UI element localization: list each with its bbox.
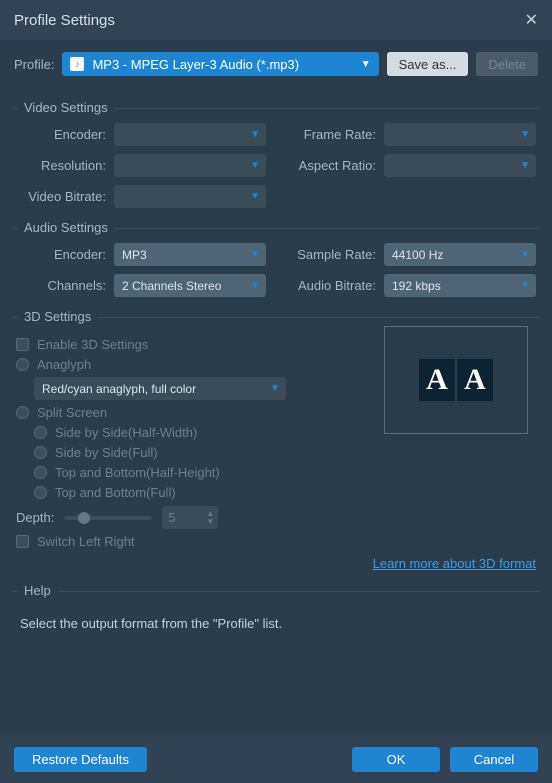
chevron-down-icon: ▼	[520, 280, 530, 291]
tab-full-radio[interactable]	[34, 486, 47, 499]
anaglyph-type-value: Red/cyan anaglyph, full color	[42, 382, 196, 396]
audio-bitrate-combo[interactable]: 192 kbps ▼	[384, 274, 536, 297]
window-title: Profile Settings	[14, 12, 115, 29]
resolution-combo[interactable]: ▼	[114, 154, 266, 177]
audio-bitrate-label: Audio Bitrate:	[286, 278, 376, 293]
enable-3d-label: Enable 3D Settings	[37, 337, 148, 352]
profile-row: Profile: ♪ MP3 - MPEG Layer-3 Audio (*.m…	[0, 40, 552, 84]
chevron-down-icon: ▼	[361, 59, 371, 70]
framerate-combo[interactable]: ▼	[384, 123, 536, 146]
video-legend: Video Settings	[18, 100, 114, 115]
help-text: Select the output format from the "Profi…	[20, 616, 532, 631]
aspect-combo[interactable]: ▼	[384, 154, 536, 177]
depth-spinner[interactable]: 5 ▲▼	[162, 506, 218, 529]
spinner-arrows-icon[interactable]: ▲▼	[206, 510, 214, 526]
audio-encoder-value: MP3	[122, 248, 147, 262]
samplerate-combo[interactable]: 44100 Hz ▼	[384, 243, 536, 266]
help-group: Help Select the output format from the "…	[12, 591, 540, 671]
anaglyph-type-combo[interactable]: Red/cyan anaglyph, full color ▼	[34, 377, 286, 400]
channels-value: 2 Channels Stereo	[122, 279, 221, 293]
samplerate-label: Sample Rate:	[286, 247, 376, 262]
enable-3d-checkbox[interactable]	[16, 338, 29, 351]
audio-legend: Audio Settings	[18, 220, 114, 235]
depth-value: 5	[168, 510, 175, 525]
channels-combo[interactable]: 2 Channels Stereo ▼	[114, 274, 266, 297]
resolution-label: Resolution:	[16, 158, 106, 173]
anaglyph-radio[interactable]	[16, 358, 29, 371]
tab-full-label: Top and Bottom(Full)	[55, 485, 176, 500]
footer: Restore Defaults OK Cancel	[0, 735, 552, 783]
preview-left: A	[419, 359, 455, 401]
format-icon: ♪	[70, 57, 84, 71]
chevron-down-icon: ▼	[250, 160, 260, 171]
chevron-down-icon: ▼	[250, 191, 260, 202]
chevron-down-icon: ▼	[250, 280, 260, 291]
chevron-down-icon: ▼	[270, 383, 280, 394]
profile-combo[interactable]: ♪ MP3 - MPEG Layer-3 Audio (*.mp3) ▼	[62, 52, 378, 76]
video-encoder-label: Encoder:	[16, 127, 106, 142]
depth-slider[interactable]	[64, 516, 152, 520]
video-encoder-combo[interactable]: ▼	[114, 123, 266, 146]
profile-value: MP3 - MPEG Layer-3 Audio (*.mp3)	[92, 57, 299, 72]
ok-button[interactable]: OK	[352, 747, 440, 772]
sbs-full-radio[interactable]	[34, 446, 47, 459]
chevron-down-icon: ▼	[520, 129, 530, 140]
3d-legend: 3D Settings	[18, 309, 97, 324]
sbs-half-radio[interactable]	[34, 426, 47, 439]
channels-label: Channels:	[16, 278, 106, 293]
framerate-label: Frame Rate:	[286, 127, 376, 142]
switch-lr-checkbox[interactable]	[16, 535, 29, 548]
close-icon[interactable]: ✕	[525, 10, 538, 30]
video-bitrate-label: Video Bitrate:	[16, 189, 106, 204]
tab-half-label: Top and Bottom(Half-Height)	[55, 465, 220, 480]
chevron-down-icon: ▼	[250, 129, 260, 140]
tab-half-radio[interactable]	[34, 466, 47, 479]
splitscreen-radio[interactable]	[16, 406, 29, 419]
audio-encoder-label: Encoder:	[16, 247, 106, 262]
audio-encoder-combo[interactable]: MP3 ▼	[114, 243, 266, 266]
depth-label: Depth:	[16, 510, 54, 525]
delete-button: Delete	[476, 52, 538, 76]
video-settings-group: Video Settings Encoder: ▼ Frame Rate: ▼ …	[12, 108, 540, 212]
titlebar: Profile Settings ✕	[0, 0, 552, 40]
audio-settings-group: Audio Settings Encoder: MP3▼ Sample Rate…	[12, 228, 540, 301]
samplerate-value: 44100 Hz	[392, 248, 443, 262]
video-bitrate-combo[interactable]: ▼	[114, 185, 266, 208]
sbs-full-label: Side by Side(Full)	[55, 445, 158, 460]
profile-label: Profile:	[14, 57, 54, 72]
chevron-down-icon: ▼	[520, 249, 530, 260]
anaglyph-label: Anaglyph	[37, 357, 91, 372]
splitscreen-label: Split Screen	[37, 405, 107, 420]
3d-preview: AA	[384, 326, 528, 434]
sbs-half-label: Side by Side(Half-Width)	[55, 425, 197, 440]
preview-right: A	[457, 359, 493, 401]
cancel-button[interactable]: Cancel	[450, 747, 538, 772]
help-legend: Help	[18, 583, 57, 598]
learn-more-link[interactable]: Learn more about 3D format	[373, 556, 536, 571]
switch-lr-label: Switch Left Right	[37, 534, 135, 549]
audio-bitrate-value: 192 kbps	[392, 279, 441, 293]
save-as-button[interactable]: Save as...	[387, 52, 469, 76]
chevron-down-icon: ▼	[250, 249, 260, 260]
restore-defaults-button[interactable]: Restore Defaults	[14, 747, 147, 772]
aspect-label: Aspect Ratio:	[286, 158, 376, 173]
chevron-down-icon: ▼	[520, 160, 530, 171]
3d-settings-group: 3D Settings AA Enable 3D Settings Anagly…	[12, 317, 540, 575]
slider-thumb[interactable]	[78, 512, 90, 524]
